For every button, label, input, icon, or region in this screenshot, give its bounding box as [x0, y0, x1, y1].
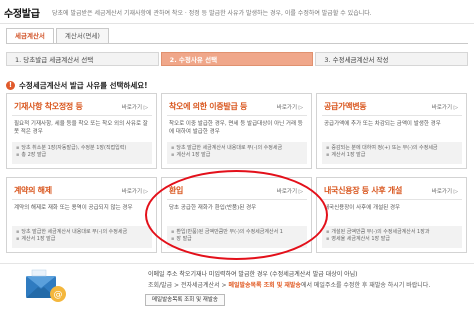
shortcut-link[interactable]: 바로가기 ▷	[277, 187, 303, 195]
bullet-icon: ▪	[326, 236, 330, 242]
svg-text:@: @	[54, 290, 63, 300]
card-description: 당초 공급한 재화가 환입(반품)된 경우	[169, 205, 257, 211]
bullet-icon: ▪	[16, 229, 20, 235]
reason-card-duplicate-issue[interactable]: 착오에 의한 이중발급 등 바로가기 ▷ 착오로 이중 발급한 경우, 면세 등…	[161, 93, 312, 169]
card-title: 기재사항 착오정정 등	[14, 102, 83, 111]
reason-card-supply-value-change[interactable]: 공급가액변동 바로가기 ▷ 공급가액에 추가 또는 차감되는 금액이 발생한 경…	[316, 93, 467, 169]
card-description: 공급가액에 추가 또는 차감되는 금액이 발생한 경우	[324, 121, 441, 127]
bullet-icon: ▪	[326, 152, 330, 158]
tab-divider	[6, 43, 468, 44]
card-rule-line1: 당초 발급한 세금계산서 내용대로 부(-)의 수정세금	[21, 229, 128, 235]
bullet-icon: ▪	[16, 236, 20, 242]
card-rule-line2: 장 발급	[176, 236, 192, 242]
card-issue-rule: ▪ 당초 발급한 세금계산서 내용대로 부(-)의 수정세금 ▪ 계산서 1장 발급	[167, 142, 307, 164]
email-notice-menu: 메일발송목록 조회 및 재발송	[228, 282, 301, 289]
card-title: 계약의 해제	[14, 186, 52, 195]
prompt-text: 수정세금계산서 발급 사유를 선택하세요!	[19, 81, 148, 90]
card-rule-line2: 계산서 1장 발급	[21, 236, 56, 242]
card-header: 착오에 의한 이중발급 등 바로가기 ▷	[167, 98, 307, 116]
card-title: 환입	[169, 186, 184, 195]
email-resend-button[interactable]: 메일발송목록 조회 및 재발송	[145, 294, 225, 306]
page-description: 당초에 발급받은 세금계산서 기재사항에 관하여 착오 · 정정 등 발급한 사…	[52, 10, 372, 17]
card-description: 착오로 이중 발급한 경우, 면세 등 발급대상이 아닌 거래 등에 대하여 발…	[169, 121, 303, 135]
card-issue-rule: ▪ 증감되는 분에 대하여 정(+) 또는 부(-)의 수정세금 ▪ 계산서 1장 …	[322, 142, 462, 164]
card-description: 계약의 해제로 재화 또는 용역이 공급되지 않는 경우	[14, 205, 133, 211]
email-notice-prefix: 조회/발급 > 전자세금계산서 >	[148, 282, 229, 289]
bullet-icon: ▪	[171, 145, 175, 151]
card-header: 내국신용장 등 사후 개설 바로가기 ▷	[322, 182, 462, 200]
card-rule-line1: 환입(반품)된 금액만큼만 부(-)의 수정세금계산서 1	[176, 229, 283, 235]
card-issue-rule: ▪ 환입(반품)된 금액만큼만 부(-)의 수정세금계산서 1 ▪ 장 발급	[167, 226, 307, 248]
card-header: 계약의 해제 바로가기 ▷	[12, 182, 152, 200]
card-title: 내국신용장 등 사후 개설	[324, 186, 403, 195]
card-rule-line1: 당초 취소분 1장(자동발급), 수정분 1장(직접입력)	[21, 145, 127, 151]
email-notice-path: 조회/발급 > 전자세금계산서 > 메일발송목록 조회 및 재발송에서 메일주소…	[148, 280, 430, 289]
bullet-icon: ▪	[171, 236, 175, 242]
card-rule-line2: 계산서 1장 발급	[176, 152, 211, 158]
shortcut-link[interactable]: 바로가기 ▷	[432, 187, 458, 195]
email-notice-title: 이메일 주소 착오기재나 미입력하여 발급한 경우 (수정세금계산서 발급 대상…	[148, 271, 358, 278]
reason-card-contract-cancellation[interactable]: 계약의 해제 바로가기 ▷ 계약의 해제로 재화 또는 용역이 공급되지 않는 …	[6, 177, 157, 253]
reason-card-letter-of-credit[interactable]: 내국신용장 등 사후 개설 바로가기 ▷ 내국신용장이 사후에 개설된 경우 ▪…	[316, 177, 467, 253]
tab-tax-invoice[interactable]: 세금계산서	[6, 28, 54, 44]
bullet-icon: ▪	[171, 152, 175, 158]
tab-bar: 세금계산서 계산서(면세)	[6, 28, 111, 44]
page-title: 수정발급	[4, 9, 40, 20]
reason-card-return[interactable]: 환입 바로가기 ▷ 당초 공급한 재화가 환입(반품)된 경우 ▪ 환입(반품)된…	[161, 177, 312, 253]
page-header: 수정발급 당초에 발급받은 세금계산서 기재사항에 관하여 착오 · 정정 등 …	[0, 0, 474, 24]
card-rule-line1: 당초 발급한 세금계산서 내용대로 부(-)의 수정세금	[176, 145, 283, 151]
card-rule-line1: 증감되는 분에 대하여 정(+) 또는 부(-)의 수정세금	[331, 145, 438, 151]
step-3: 3. 수정세금계산서 작성	[315, 52, 469, 66]
bullet-icon: ▪	[326, 229, 330, 235]
card-header: 공급가액변동 바로가기 ▷	[322, 98, 462, 116]
card-header: 기재사항 착오정정 등 바로가기 ▷	[12, 98, 152, 116]
reason-card-entry-correction[interactable]: 기재사항 착오정정 등 바로가기 ▷ 필요적 기재사항, 세율 등을 착오 또는…	[6, 93, 157, 169]
step-2-active: 2. 수정사유 선택	[160, 52, 314, 66]
bullet-icon: ▪	[326, 145, 330, 151]
tab-invoice-tax-exempt[interactable]: 계산서(면세)	[55, 28, 109, 44]
bullet-icon: ▪	[16, 145, 20, 151]
shortcut-link[interactable]: 바로가기 ▷	[122, 187, 148, 195]
shortcut-link[interactable]: 바로가기 ▷	[432, 103, 458, 111]
progress-steps: 1. 당초발급 세금계산서 선택 2. 수정사유 선택 3. 수정세금계산서 작…	[6, 52, 469, 66]
exclamation-icon: !	[6, 81, 15, 90]
card-rule-line1: 개설된 금액만큼 부(-)의 수정세금계산서 1장과	[331, 229, 430, 235]
card-issue-rule: ▪ 당초 발급한 세금계산서 내용대로 부(-)의 수정세금 ▪ 계산서 1장 발급	[12, 226, 152, 248]
step-1: 1. 당초발급 세금계산서 선택	[6, 52, 159, 66]
card-header: 환입 바로가기 ▷	[167, 182, 307, 200]
card-issue-rule: ▪ 개설된 금액만큼 부(-)의 수정세금계산서 1장과 ▪ 영세율 세금계산서 1…	[322, 226, 462, 248]
card-rule-line2: 총 2장 발급	[21, 152, 47, 158]
card-title: 착오에 의한 이중발급 등	[169, 102, 248, 111]
shortcut-link[interactable]: 바로가기 ▷	[277, 103, 303, 111]
card-issue-rule: ▪ 당초 취소분 1장(자동발급), 수정분 1장(직접입력) ▪ 총 2장 발급	[12, 142, 152, 164]
bullet-icon: ▪	[171, 229, 175, 235]
card-description: 필요적 기재사항, 세율 등을 착오 또는 착오 외의 사유로 잘못 적은 경우	[14, 121, 148, 135]
mail-envelope-icon: @	[26, 269, 66, 302]
card-title: 공급가액변동	[324, 102, 367, 111]
email-notice-suffix: 에서 메일주소를 수정한 후 재발송 하시기 바랍니다.	[300, 282, 431, 289]
card-rule-line2: 영세율 세금계산서 1장 발급	[331, 236, 390, 242]
bullet-icon: ▪	[16, 152, 20, 158]
card-description: 내국신용장이 사후에 개설된 경우	[324, 205, 401, 211]
card-rule-line2: 계산서 1장 발급	[331, 152, 366, 158]
section-prompt: ! 수정세금계산서 발급 사유를 선택하세요!	[6, 80, 148, 91]
shortcut-link[interactable]: 바로가기 ▷	[122, 103, 148, 111]
